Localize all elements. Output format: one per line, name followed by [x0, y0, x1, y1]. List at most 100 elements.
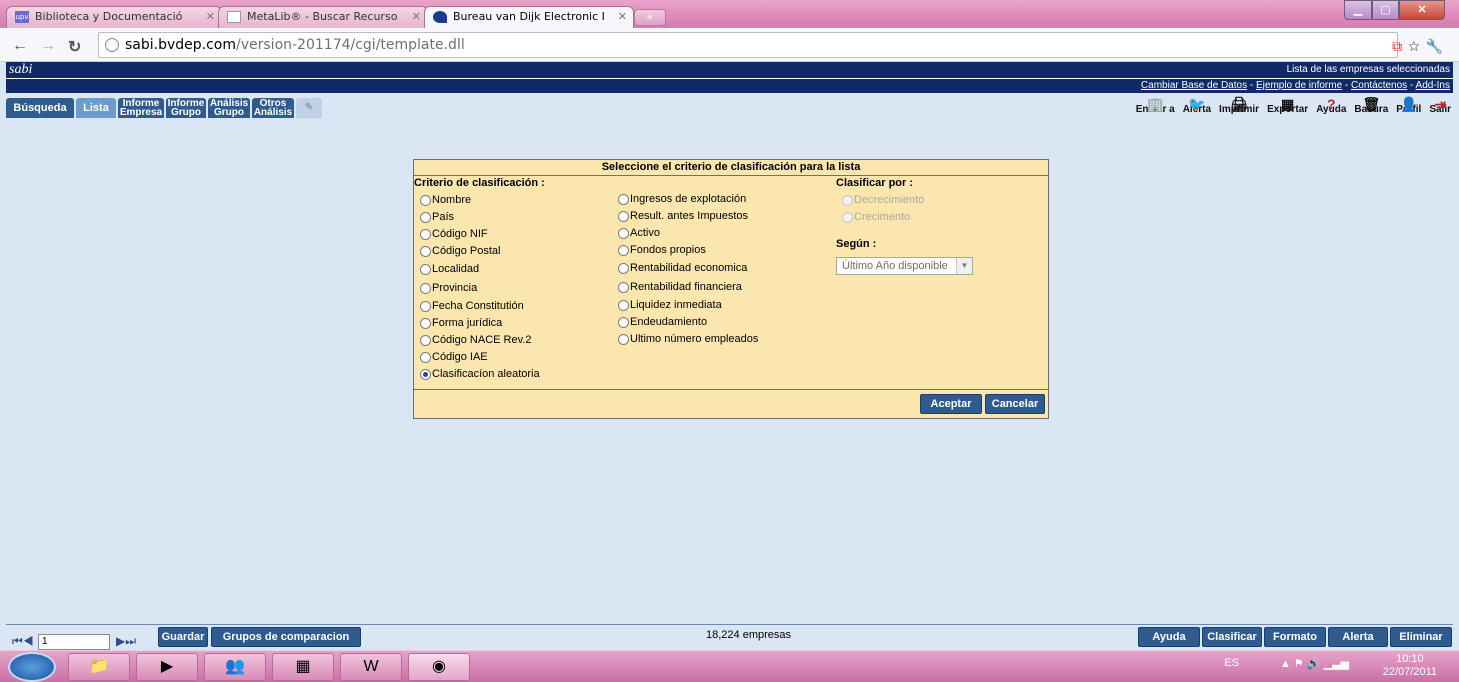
radio-circle[interactable]: [420, 318, 431, 329]
enviar-a-button[interactable]: 🏢 Enviar a: [1136, 96, 1175, 116]
wrench-icon[interactable]: 🔧: [1426, 38, 1449, 54]
chevron-down-icon[interactable]: ▼: [956, 258, 972, 274]
radio-nombre[interactable]: Nombre: [414, 192, 614, 209]
browser-tab[interactable]: upv Biblioteca y Documentació ✕: [6, 6, 222, 28]
radio-circle[interactable]: [618, 334, 629, 345]
browser-tab[interactable]: MetaLib® - Buscar Recurso ✕: [218, 6, 428, 28]
radio-circle[interactable]: [420, 212, 431, 223]
grupos-comparacion-button[interactable]: Grupos de comparacion: [211, 627, 361, 647]
link-add-ins[interactable]: Add-Ins: [1416, 80, 1450, 91]
prev-page-icon[interactable]: ◀: [23, 634, 34, 648]
clasificar-button[interactable]: Clasificar: [1202, 627, 1262, 647]
radio-circle[interactable]: [420, 335, 431, 346]
radio-codigo-nace[interactable]: Código NACE Rev.2: [414, 332, 614, 349]
radio-fecha-constitucion[interactable]: Fecha Constitutión: [414, 298, 614, 315]
radio-rentabilidad-economica[interactable]: Rentabilidad economica: [612, 259, 832, 278]
show-hidden-icon[interactable]: ▲: [1280, 658, 1291, 670]
radio-circle[interactable]: [420, 352, 431, 363]
radio-circle[interactable]: [842, 212, 853, 223]
chrome-taskbar-icon[interactable]: ◉: [408, 653, 470, 681]
radio-circle[interactable]: [618, 211, 629, 222]
radio-result-antes-impuestos[interactable]: Result. antes Impuestos: [612, 208, 832, 225]
tab-busqueda[interactable]: Búsqueda: [6, 98, 74, 118]
maximize-icon[interactable]: ▢: [1372, 0, 1399, 20]
radio-circle[interactable]: [618, 317, 629, 328]
imprimir-button[interactable]: 🖨 Imprimir: [1219, 96, 1259, 116]
radio-circle[interactable]: [420, 283, 431, 294]
start-button-icon[interactable]: [8, 652, 56, 682]
radio-circle[interactable]: [618, 228, 629, 239]
radio-decrecimiento[interactable]: Decrecimiento: [836, 192, 1036, 209]
radio-circle[interactable]: [420, 195, 431, 206]
radio-circle[interactable]: [842, 195, 853, 206]
radio-ultimo-numero-empleados[interactable]: Ultimo número empleados: [612, 331, 832, 348]
tab-analisis-grupo[interactable]: Análisis Grupo: [208, 98, 250, 118]
aceptar-button[interactable]: Aceptar: [920, 394, 982, 414]
close-tab-icon[interactable]: ✕: [412, 10, 421, 23]
eliminar-button[interactable]: Eliminar: [1390, 627, 1452, 647]
exportar-button[interactable]: ▦ Exportar: [1267, 96, 1308, 116]
radio-provincia[interactable]: Provincia: [414, 279, 614, 298]
radio-codigo-postal[interactable]: Código Postal: [414, 243, 614, 260]
radio-liquidez-inmediata[interactable]: Liquidez inmediata: [612, 297, 832, 314]
tab-informe-grupo[interactable]: Informe Grupo: [166, 98, 206, 118]
radio-circle[interactable]: [420, 301, 431, 312]
link-contactenos[interactable]: Contáctenos: [1351, 80, 1407, 91]
excel-taskbar-icon[interactable]: ▦: [272, 653, 334, 681]
radio-endeudamiento[interactable]: Endeudamiento: [612, 314, 832, 331]
cancelar-button[interactable]: Cancelar: [985, 394, 1045, 414]
network-flag-icon[interactable]: ⚑: [1294, 658, 1304, 670]
guardar-button[interactable]: Guardar: [158, 627, 208, 647]
ayuda-button[interactable]: ? Ayuda: [1316, 96, 1346, 116]
signal-icon[interactable]: ▁▃▅: [1324, 658, 1349, 670]
radio-localidad[interactable]: Localidad: [414, 260, 614, 279]
close-tab-icon[interactable]: ✕: [206, 10, 215, 23]
bookmark-star-icon[interactable]: ☆: [1408, 38, 1425, 54]
volume-icon[interactable]: 🔊: [1307, 658, 1321, 670]
radio-circle[interactable]: [420, 229, 431, 240]
perfil-button[interactable]: 👤 Perfil: [1396, 96, 1421, 116]
explorer-taskbar-icon[interactable]: 📁: [68, 653, 130, 681]
radio-crecimento[interactable]: Crecimento: [836, 209, 1036, 226]
radio-activo[interactable]: Activo: [612, 225, 832, 242]
radio-circle[interactable]: [618, 300, 629, 311]
page-number-input[interactable]: 1: [38, 634, 110, 650]
forward-icon[interactable]: →: [40, 37, 56, 55]
messenger-taskbar-icon[interactable]: 👥: [204, 653, 266, 681]
last-page-icon[interactable]: ⏭: [125, 634, 136, 648]
word-taskbar-icon[interactable]: W: [340, 653, 402, 681]
link-cambiar-base[interactable]: Cambiar Base de Datos: [1141, 80, 1247, 91]
minimize-icon[interactable]: ▁: [1344, 0, 1372, 20]
blocked-popup-icon[interactable]: ⧉: [1392, 38, 1408, 54]
tab-otros-analisis[interactable]: Otros Análisis: [252, 98, 294, 118]
radio-rentabilidad-financiera[interactable]: Rentabilidad financiera: [612, 278, 832, 297]
basura-button[interactable]: 🗑 Basura: [1354, 96, 1388, 116]
language-indicator[interactable]: ES: [1224, 657, 1239, 669]
address-bar[interactable]: sabi.bvdep.com/version-201174/cgi/templa…: [98, 32, 1398, 58]
radio-codigo-nif[interactable]: Código NIF: [414, 226, 614, 243]
next-page-icon[interactable]: ▶: [116, 634, 125, 648]
system-clock[interactable]: 10:10 22/07/2011: [1383, 653, 1437, 679]
new-tab-button[interactable]: +: [634, 9, 666, 26]
segun-select[interactable]: Último Año disponible ▼: [836, 257, 973, 275]
radio-fondos-propios[interactable]: Fondos propios: [612, 242, 832, 259]
radio-codigo-iae[interactable]: Código IAE: [414, 349, 614, 366]
alerta-bottom-button[interactable]: Alerta: [1328, 627, 1388, 647]
radio-circle[interactable]: [618, 245, 629, 256]
radio-clasificacion-aleatoria[interactable]: Clasificacíon aleatoria: [414, 366, 614, 383]
radio-circle-selected[interactable]: [420, 369, 431, 380]
radio-forma-juridica[interactable]: Forma jurídica: [414, 315, 614, 332]
link-ejemplo-informe[interactable]: Ejemplo de informe: [1256, 80, 1342, 91]
media-taskbar-icon[interactable]: ▶: [136, 653, 198, 681]
radio-ingresos-explotacion[interactable]: Ingresos de explotación: [612, 191, 832, 208]
alerta-button[interactable]: 🐦 Alerta: [1183, 96, 1211, 116]
radio-circle[interactable]: [618, 282, 629, 293]
salir-button[interactable]: ⇥ Salir: [1429, 96, 1451, 116]
close-tab-icon[interactable]: ✕: [618, 10, 627, 23]
tab-lista[interactable]: Lista: [76, 98, 116, 118]
close-window-icon[interactable]: ✕: [1399, 0, 1445, 20]
radio-circle[interactable]: [420, 246, 431, 257]
formato-button[interactable]: Formato: [1264, 627, 1326, 647]
notes-tab-icon[interactable]: ✎: [296, 98, 322, 118]
tab-informe-empresa[interactable]: Informe Empresa: [118, 98, 164, 118]
